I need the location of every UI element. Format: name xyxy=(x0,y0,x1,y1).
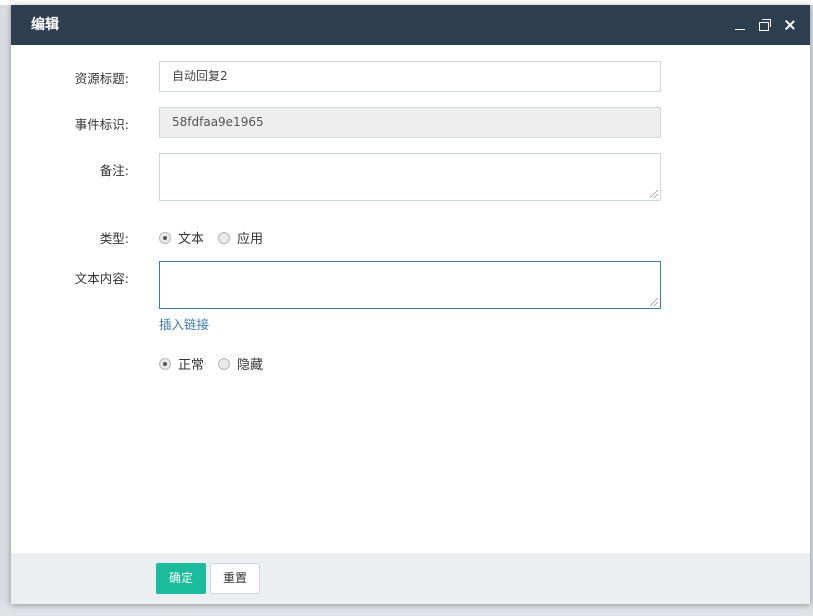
type-option-app-label: 应用 xyxy=(237,232,264,247)
radio-checked-icon[interactable] xyxy=(159,231,171,244)
note-textarea[interactable] xyxy=(159,153,661,201)
dialog-title: 编辑 xyxy=(31,17,59,33)
reset-button[interactable]: 重置 xyxy=(210,563,260,594)
edit-dialog: 编辑 资源标题: 自动回复2 事件标识: 58fdfaa9e1965 备注: 类… xyxy=(11,5,810,604)
type-option-text-label: 文本 xyxy=(178,232,205,247)
dialog-titlebar: 编辑 xyxy=(11,5,810,45)
status-option-hidden[interactable]: 隐藏 xyxy=(218,354,263,373)
status-option-normal[interactable]: 正常 xyxy=(159,354,204,373)
event-id-input: 58fdfaa9e1965 xyxy=(159,107,661,138)
type-radio-group: 文本 应用 xyxy=(159,228,277,247)
insert-link[interactable]: 插入链接 xyxy=(159,314,209,333)
resize-handle-icon[interactable] xyxy=(650,190,658,198)
background-bottom xyxy=(0,604,813,616)
title-input[interactable]: 自动回复2 xyxy=(159,61,661,92)
maximize-icon[interactable] xyxy=(759,19,771,31)
content-label: 文本内容: xyxy=(74,271,129,286)
resize-handle-icon[interactable] xyxy=(650,298,658,306)
close-icon[interactable] xyxy=(784,19,796,31)
confirm-button[interactable]: 确定 xyxy=(156,563,206,594)
minimize-icon[interactable] xyxy=(734,19,746,31)
event-id-value: 58fdfaa9e1965 xyxy=(172,115,264,129)
radio-unchecked-icon[interactable] xyxy=(218,231,231,244)
content-textarea[interactable] xyxy=(159,261,661,309)
dialog-footer: 确定 重置 xyxy=(11,553,810,604)
status-option-hidden-label: 隐藏 xyxy=(237,358,264,373)
radio-unchecked-icon[interactable] xyxy=(218,357,231,370)
status-radio-group: 正常 隐藏 xyxy=(159,354,277,373)
title-label: 资源标题: xyxy=(74,71,129,86)
type-label: 类型: xyxy=(99,231,129,246)
event-label: 事件标识: xyxy=(74,117,129,132)
type-option-text[interactable]: 文本 xyxy=(159,228,204,247)
note-label: 备注: xyxy=(99,163,129,178)
type-option-app[interactable]: 应用 xyxy=(218,228,263,247)
window-controls xyxy=(734,5,796,45)
status-option-normal-label: 正常 xyxy=(178,358,205,373)
title-input-value: 自动回复2 xyxy=(172,69,228,83)
radio-checked-icon[interactable] xyxy=(159,357,171,370)
